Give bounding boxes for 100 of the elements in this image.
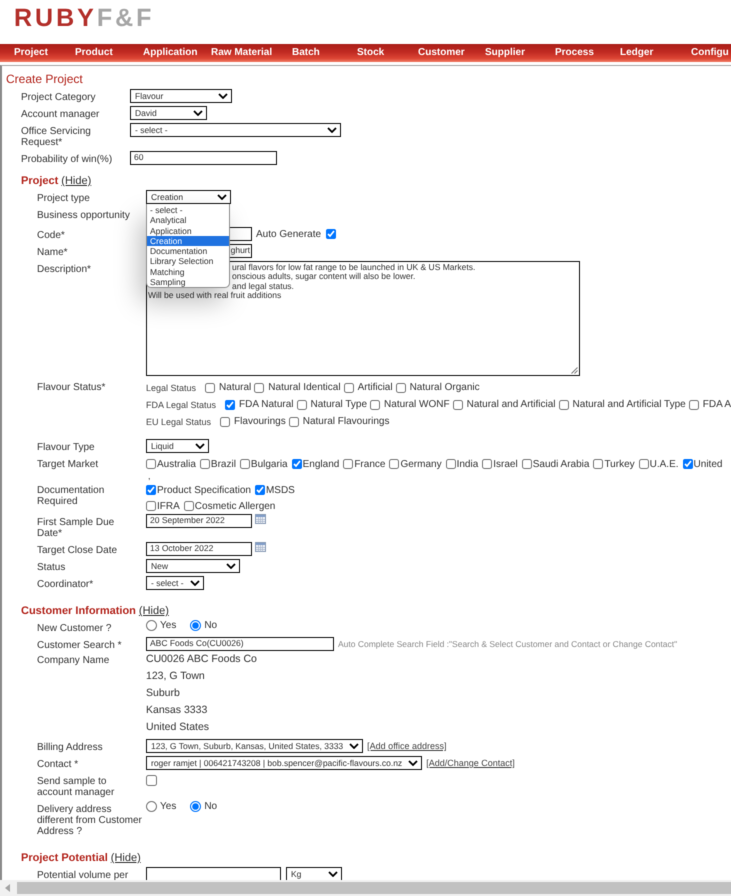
resize-grip-icon[interactable]	[570, 366, 578, 374]
dropdown-option[interactable]: Creation	[147, 236, 229, 246]
nav-item[interactable]: Supplier	[485, 44, 555, 62]
hide-link[interactable]: (Hide)	[138, 604, 169, 618]
scrollbar-thumb[interactable]	[17, 882, 731, 894]
nav-item[interactable]: Ledger	[620, 44, 691, 62]
option-label: FDA Natural	[239, 399, 294, 410]
nav-item[interactable]: Configu	[691, 44, 729, 62]
group-label: EU Legal Status	[146, 416, 212, 426]
nav-item[interactable]: Raw Material	[211, 44, 292, 62]
nav-item[interactable]: Batch	[292, 44, 357, 62]
checkbox[interactable]	[225, 400, 236, 410]
option-label: India	[456, 458, 478, 470]
checkbox[interactable]	[558, 400, 569, 410]
dropdown-option[interactable]: Analytical	[147, 215, 229, 226]
dropdown[interactable]: Creation	[146, 190, 231, 204]
dropdown-option[interactable]: Matching	[147, 266, 229, 278]
dropdown-option[interactable]: - select -	[147, 205, 229, 216]
checkbox[interactable]	[205, 382, 216, 392]
checkbox[interactable]	[240, 459, 250, 469]
hide-link[interactable]: (Hide)	[110, 851, 141, 865]
dropdown[interactable]: - select -	[146, 576, 204, 590]
checkbox[interactable]	[220, 416, 230, 426]
option-label: Natural and Artificial	[466, 399, 556, 410]
option-label: Flavourings	[234, 416, 286, 427]
checkbox[interactable]	[344, 382, 354, 392]
checkbox[interactable]	[688, 400, 699, 410]
section-heading: Project Potential	[21, 851, 108, 865]
checkbox[interactable]	[254, 485, 265, 495]
calendar-icon[interactable]	[255, 514, 266, 524]
text-input[interactable]: ghurt	[230, 244, 252, 258]
option-label: Natural Identical	[268, 382, 341, 393]
add-link[interactable]: [Add office address]	[367, 741, 447, 751]
checkbox[interactable]	[184, 501, 194, 511]
checkbox[interactable]	[452, 400, 463, 410]
dropdown[interactable]: roger ramjet | 006421743208 | bob.spencer@pacific-flavours.co.nz	[146, 756, 422, 770]
text-input[interactable]	[230, 227, 252, 241]
checkbox[interactable]	[446, 459, 456, 469]
company-detail-text: Kansas 3333	[146, 703, 208, 718]
dropdown-option[interactable]: Sampling	[147, 277, 229, 288]
radio-button[interactable]	[190, 801, 202, 812]
horizontal-scrollbar[interactable]	[0, 880, 731, 896]
field-label: Customer Search *	[37, 639, 122, 651]
field-label: Probability of win(%)	[21, 153, 114, 165]
field-label: Contact *	[37, 758, 80, 770]
option-label: MSDS	[266, 484, 295, 496]
checkbox[interactable]	[370, 400, 380, 410]
dropdown[interactable]: 123, G Town, Suburb, Kansas, United States, 3333	[146, 739, 364, 753]
checkbox[interactable]	[343, 459, 354, 469]
dropdown[interactable]: Kg	[286, 867, 342, 880]
option-label: Saudi Arabia	[532, 458, 590, 470]
nav-item[interactable]: Application	[143, 44, 211, 62]
text-input[interactable]: 60	[130, 151, 277, 165]
checkbox[interactable]	[682, 459, 693, 469]
checkbox[interactable]	[389, 459, 400, 469]
dropdown[interactable]: - select -	[130, 123, 341, 137]
checkbox[interactable]	[200, 459, 210, 469]
nav-item[interactable]: Project	[14, 44, 75, 62]
dropdown[interactable]: David	[130, 106, 207, 120]
checkbox[interactable]	[146, 459, 156, 469]
dropdown-option[interactable]: Application	[147, 226, 229, 236]
checkbox[interactable]	[146, 501, 156, 511]
checkbox[interactable]	[396, 382, 406, 392]
radio-button[interactable]	[190, 620, 202, 631]
option-label: Natural Type	[310, 399, 368, 410]
checkbox[interactable]	[326, 229, 336, 239]
checkbox[interactable]	[522, 459, 532, 469]
option-label: Germany	[400, 458, 442, 470]
option-label: Cosmetic Allergen	[194, 500, 276, 512]
nav-item[interactable]: Product	[75, 44, 143, 62]
checkbox[interactable]	[593, 459, 604, 469]
dropdown[interactable]: Flavour	[130, 89, 232, 103]
hide-link[interactable]: (Hide)	[61, 174, 92, 188]
nav-item[interactable]: Stock	[357, 44, 418, 62]
checkbox[interactable]	[292, 459, 302, 469]
checkbox[interactable]	[296, 400, 307, 410]
radio-button[interactable]	[146, 620, 157, 631]
checkbox[interactable]	[482, 459, 492, 469]
logo: RUBYF&F	[14, 7, 154, 29]
dropdown-option[interactable]: Documentation	[147, 246, 229, 256]
nav-item[interactable]: Process	[555, 44, 620, 62]
dropdown[interactable]: New	[146, 559, 240, 573]
hint-text: Auto Complete Search Field :"Search & Select Customer and Contact or Change Contact"	[338, 639, 678, 649]
field-label: Name*	[37, 246, 69, 258]
checkbox[interactable]	[254, 382, 264, 392]
checkbox[interactable]	[146, 775, 157, 786]
company-detail-text: 123, G Town	[146, 669, 206, 684]
checkbox[interactable]	[638, 459, 649, 469]
field-label: Project Category	[21, 91, 96, 103]
checkbox[interactable]	[146, 485, 156, 495]
nav-item[interactable]: Customer	[418, 44, 485, 62]
radio-button[interactable]	[146, 801, 157, 812]
dropdown[interactable]: Liquid	[146, 439, 209, 453]
checkbox[interactable]	[288, 416, 299, 426]
date-input[interactable]: 13 October 2022	[146, 542, 252, 556]
add-link[interactable]: [Add/Change Contact]	[426, 758, 515, 768]
search-input[interactable]: ABC Foods Co(CU0026)	[146, 637, 334, 651]
calendar-icon[interactable]	[255, 542, 266, 552]
date-input[interactable]: 20 September 2022	[146, 514, 252, 528]
text-input[interactable]	[146, 867, 281, 880]
